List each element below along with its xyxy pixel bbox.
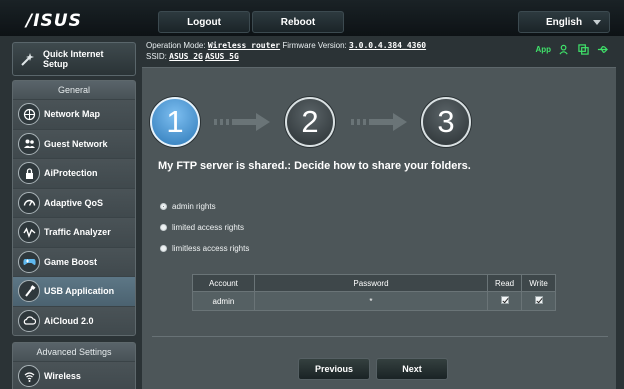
chevron-down-icon (593, 20, 601, 25)
previous-button[interactable]: Previous (298, 358, 370, 380)
sidebar-item-label: Network Map (44, 109, 101, 120)
sidebar: Quick Internet Setup General Network Map… (0, 36, 142, 389)
gauge-icon (18, 191, 40, 214)
reboot-button[interactable]: Reboot (252, 11, 344, 33)
usb-icon (18, 280, 40, 303)
sidebar-item-label: USB Application (44, 286, 115, 297)
write-checkbox[interactable] (534, 296, 543, 304)
status-icons: App (535, 44, 608, 55)
step-2: 2 (285, 97, 335, 147)
radio-button[interactable] (160, 203, 167, 210)
advanced-section: Advanced Settings Wireless (12, 342, 136, 389)
sidebar-item-game-boost[interactable]: Game Boost (13, 246, 135, 276)
wifi-icon (18, 365, 40, 388)
copy-icon[interactable] (578, 44, 589, 55)
guest-network-icon (18, 132, 40, 155)
cloud-icon (18, 309, 40, 332)
app-link[interactable]: App (535, 45, 551, 54)
user-icon[interactable] (559, 44, 570, 55)
quick-setup-label-2: Setup (43, 59, 69, 69)
sidebar-item-label: Adaptive QoS (44, 197, 104, 208)
sidebar-item-guest-network[interactable]: Guest Network (13, 128, 135, 158)
sidebar-item-network-map[interactable]: Network Map (13, 99, 135, 129)
wizard-heading: My FTP server is shared.: Decide how to … (158, 160, 471, 172)
sidebar-item-label: Guest Network (44, 138, 108, 149)
option-admin-rights[interactable]: admin rights (160, 202, 216, 211)
asus-logo: /ISUS (26, 11, 82, 31)
sidebar-item-wireless[interactable]: Wireless (13, 361, 135, 389)
table-row: admin * (192, 291, 556, 311)
option-limitless-access-rights[interactable]: limitless access rights (160, 244, 249, 253)
divider (152, 336, 608, 337)
radio-button[interactable] (160, 224, 167, 231)
top-bar: /ISUS Logout Reboot English (0, 0, 624, 36)
sidebar-item-usb-application[interactable]: USB Application (13, 276, 135, 306)
account-cell: admin (192, 291, 255, 311)
analyzer-icon (18, 221, 40, 244)
logout-button[interactable]: Logout (158, 11, 250, 33)
usb-status-icon[interactable] (597, 44, 608, 55)
sidebar-item-label: Traffic Analyzer (44, 227, 111, 238)
sidebar-item-aiprotection[interactable]: AiProtection (13, 158, 135, 188)
radio-label: admin rights (172, 202, 216, 211)
gamepad-icon (18, 250, 40, 273)
ssid-5g-link[interactable]: ASUS_5G (205, 52, 239, 61)
step-1: 1 (150, 97, 200, 147)
radio-label: limited access rights (172, 223, 245, 232)
advanced-header: Advanced Settings (13, 343, 135, 361)
sidebar-item-label: Game Boost (44, 256, 98, 267)
sidebar-item-label: AiCloud 2.0 (44, 315, 94, 326)
col-read: Read (487, 274, 523, 292)
sidebar-item-traffic-analyzer[interactable]: Traffic Analyzer (13, 217, 135, 247)
op-mode-label: Operation Mode: (146, 41, 206, 50)
op-mode-link[interactable]: Wireless router (208, 41, 280, 50)
firmware-label: Firmware Version: (282, 41, 347, 50)
sidebar-item-adaptive-qos[interactable]: Adaptive QoS (13, 187, 135, 217)
network-map-icon (18, 103, 40, 126)
wizard-icon (13, 51, 43, 67)
option-limited-access-rights[interactable]: limited access rights (160, 223, 244, 232)
ssid-label: SSID: (146, 52, 167, 61)
step-3: 3 (421, 97, 471, 147)
password-cell: * (253, 291, 489, 311)
language-select[interactable]: English (518, 11, 610, 33)
general-header: General (13, 81, 135, 99)
sidebar-item-label: AiProtection (44, 168, 98, 179)
read-checkbox[interactable] (500, 296, 509, 304)
step-arrow-1 (214, 112, 276, 132)
ftp-share-wizard: 1 2 3 My FTP server is shared.: Decide h… (142, 67, 616, 389)
quick-internet-setup-button[interactable]: Quick Internet Setup (12, 42, 136, 76)
sidebar-item-label: Wireless (44, 371, 81, 382)
ssid-2g-link[interactable]: ASUS_2G (169, 52, 203, 61)
radio-label: limitless access rights (172, 244, 250, 253)
firmware-link[interactable]: 3.0.0.4.384_4360 (349, 41, 426, 50)
radio-button[interactable] (160, 245, 167, 252)
general-section: General Network Map Guest Network AiProtec… (12, 80, 136, 336)
col-password: Password (253, 274, 489, 292)
read-cell (487, 291, 523, 311)
sidebar-item-aicloud-2-0[interactable]: AiCloud 2.0 (13, 305, 135, 335)
write-cell (521, 291, 556, 311)
language-label: English (545, 16, 583, 28)
lock-icon (18, 162, 40, 185)
accounts-table: Account Password Read Write admin * (192, 274, 556, 311)
col-account: Account (192, 274, 255, 292)
step-arrow-2 (351, 112, 413, 132)
next-button[interactable]: Next (376, 358, 448, 380)
col-write: Write (521, 274, 556, 292)
quick-setup-label-1: Quick Internet (43, 49, 104, 59)
